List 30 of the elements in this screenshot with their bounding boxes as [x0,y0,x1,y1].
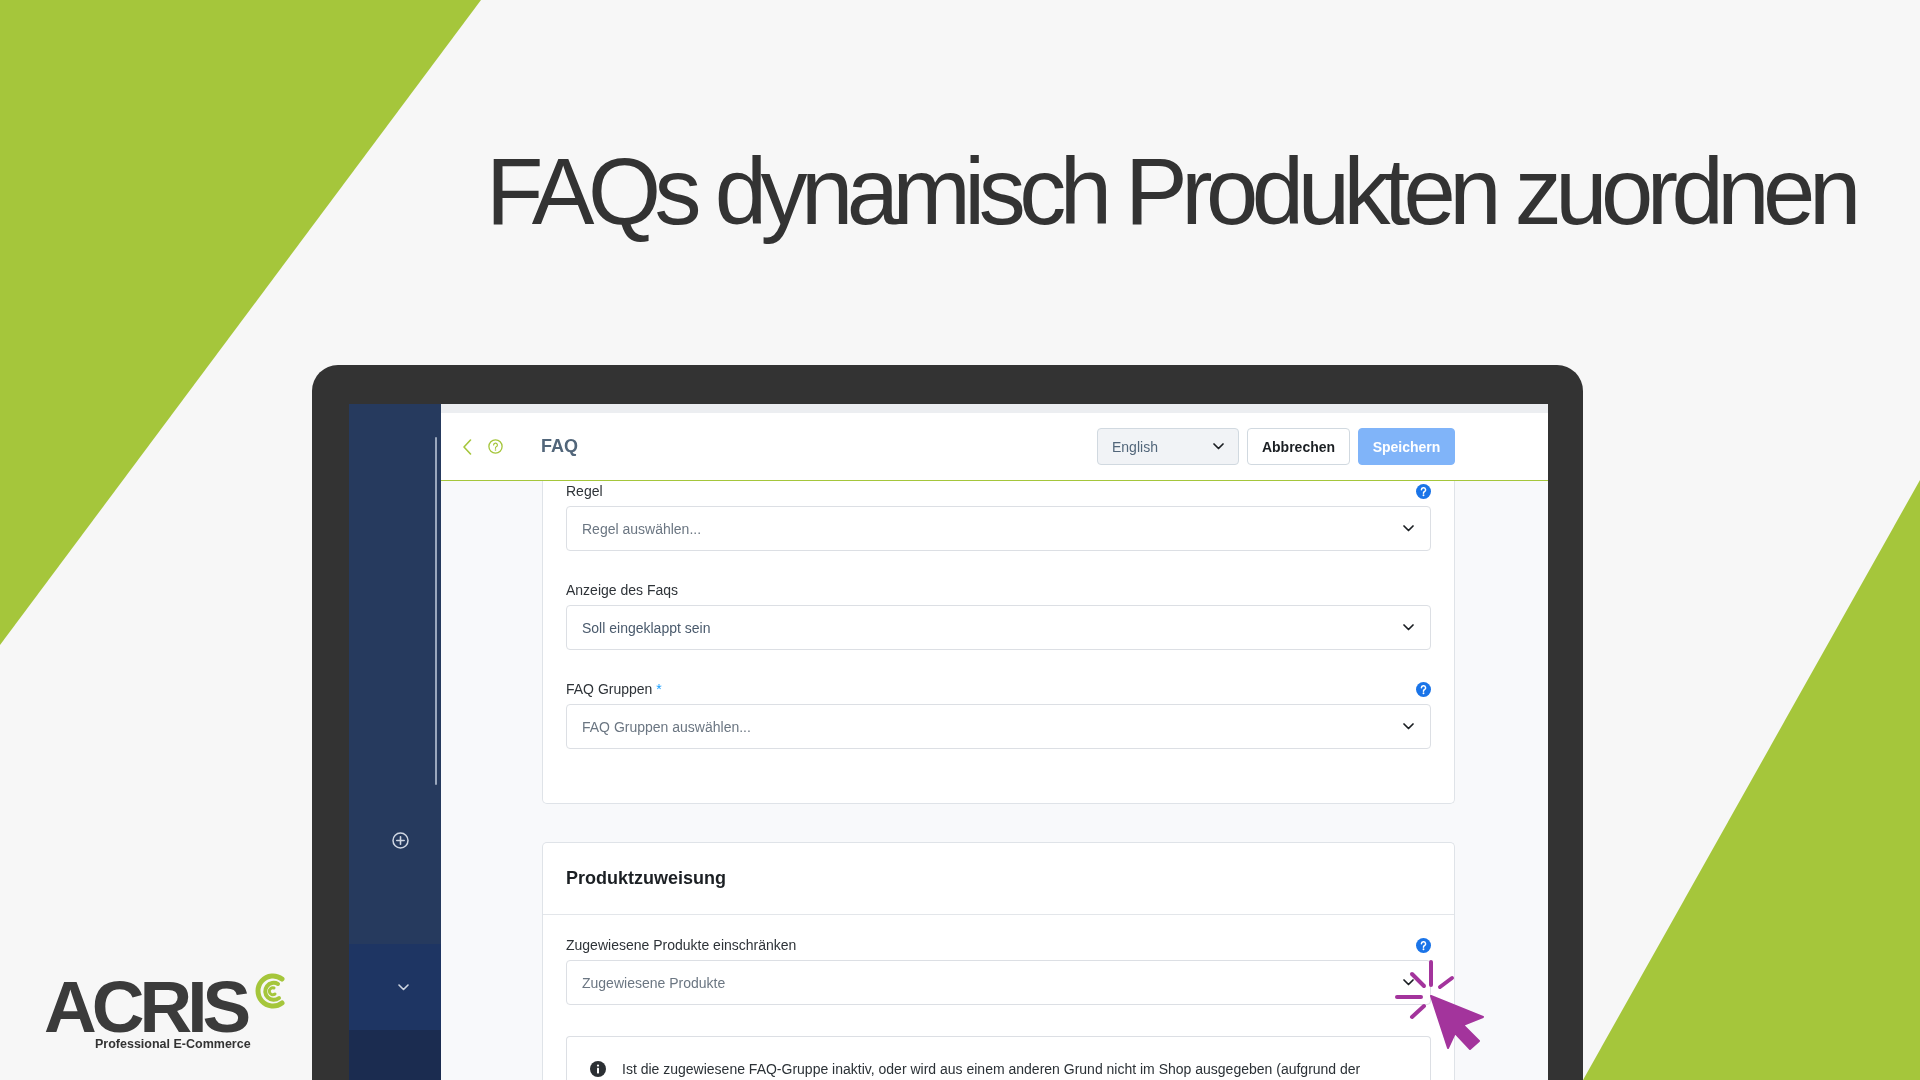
plus-circle-icon[interactable] [391,832,409,849]
help-icon[interactable] [1416,483,1431,499]
section-title: Produktzuweisung [566,868,726,889]
select-field[interactable]: Zugewiesene Produkte [566,960,1431,1005]
select-field[interactable]: Regel auswählen... [566,506,1431,551]
chevron-down-icon [1213,443,1224,450]
field-label: FAQ Gruppen * [566,680,662,698]
chevron-down-icon[interactable] [1403,624,1414,631]
select-field[interactable]: Soll eingeklappt sein [566,605,1431,650]
click-cursor-icon [1394,959,1486,1052]
help-icon[interactable] [1416,937,1431,953]
chevron-down-icon[interactable] [1403,979,1414,986]
help-icon[interactable] [1416,681,1431,697]
brand-tagline: Professional E-Commerce [95,1037,251,1051]
field-label: Anzeige des Faqs [566,581,679,599]
select-field[interactable]: FAQ Gruppen auswählen... [566,704,1431,749]
brand-wordmark: ACRIS [44,969,247,1037]
page-title: FAQ [541,436,578,457]
info-icon [590,1061,606,1077]
language-select[interactable]: English [1097,428,1239,465]
scrollbar-thumb[interactable] [435,437,437,785]
cancel-button[interactable]: Abbrechen [1247,428,1350,465]
field-label: Regel [566,482,603,500]
page-headline: FAQs dynamisch Produkten zuordnen [486,138,1857,246]
notice-text: Ist die zugewiesene FAQ-Gruppe inaktiv, oder wird aus einem anderen Grund nicht im Shop ausgegeben (aufgrund der [622,1060,1361,1078]
sidebar-toggle[interactable] [349,944,441,1030]
chevron-down-icon [397,983,409,991]
chevron-down-icon[interactable] [1403,525,1414,532]
field-label: Zugewiesene Produkte einschränken [566,936,797,954]
chevron-down-icon[interactable] [1403,723,1414,730]
